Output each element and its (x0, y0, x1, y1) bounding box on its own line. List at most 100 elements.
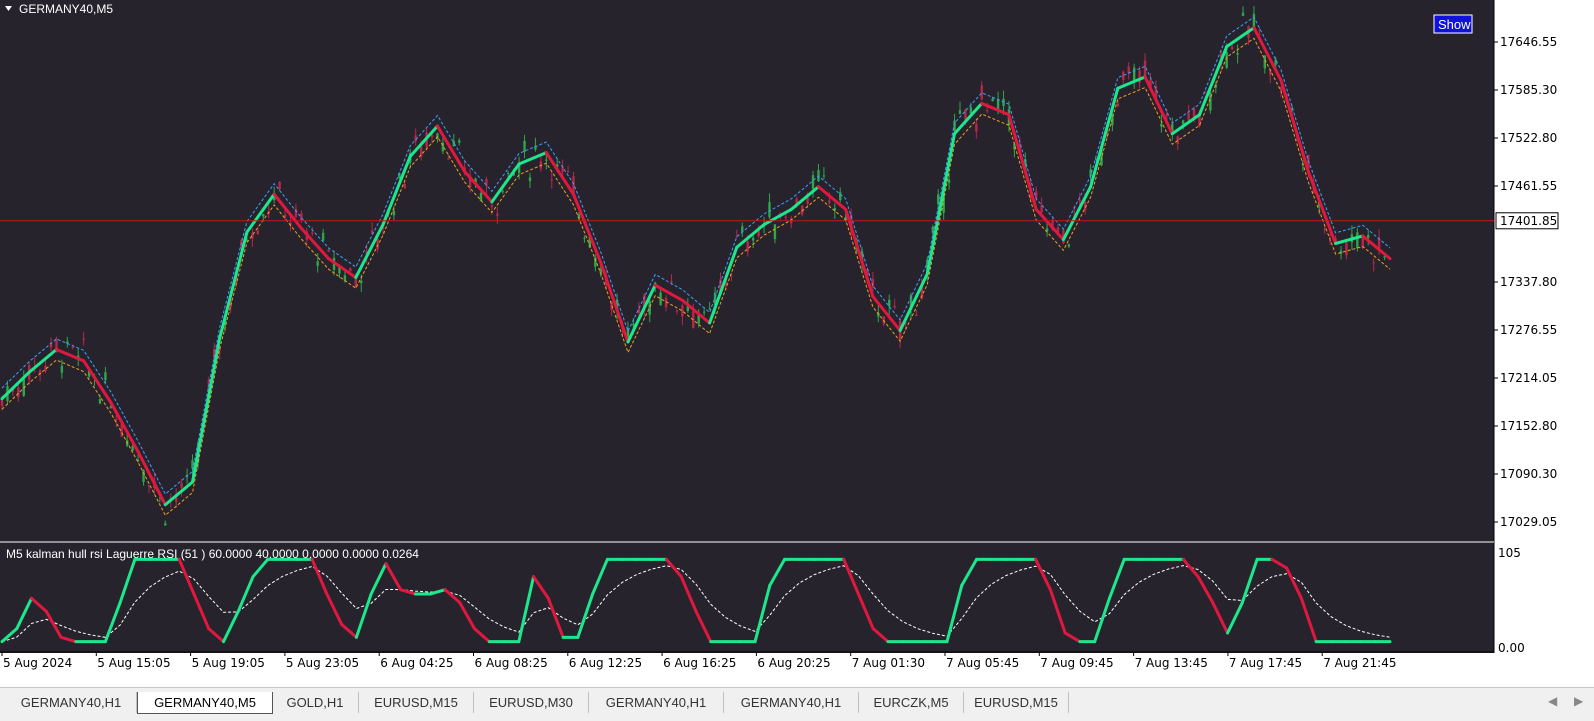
candle-body (566, 171, 570, 173)
laguerre-rsi-segment (399, 588, 417, 596)
laguerre-rsi-segment (694, 609, 713, 644)
laguerre-rsi-segment (1107, 557, 1126, 600)
x-tick-label: 7 Aug 17:45 (1229, 656, 1302, 670)
y-tick-label: 17152.80 (1500, 419, 1557, 433)
candle-body (746, 241, 749, 252)
x-tick-label: 7 Aug 01:30 (852, 656, 925, 670)
candle-body (343, 275, 347, 281)
chart-tab[interactable]: EURCZK,M5 (859, 692, 964, 713)
laguerre-rsi-segment (1285, 566, 1303, 600)
candle-body (327, 249, 330, 252)
laguerre-rsi-segment (1299, 596, 1318, 644)
candle-body (681, 305, 684, 317)
candle-body (164, 523, 167, 526)
laguerre-rsi-segment (1226, 601, 1244, 635)
x-tick-label: 5 Aug 19:05 (192, 656, 265, 670)
hull-ma-segment (191, 336, 222, 484)
hull-ma-segment (0, 370, 31, 401)
candle-body (675, 310, 679, 312)
hull-ma-segment (27, 348, 58, 374)
hull-ma-segment (1225, 26, 1256, 49)
candle-body (1192, 108, 1196, 118)
x-tick-label: 5 Aug 15:05 (97, 656, 170, 670)
candle-body (71, 346, 74, 348)
chart-tab[interactable]: GERMANY40,M5 (137, 692, 273, 714)
collapse-arrow-icon[interactable] (5, 6, 12, 11)
candle-body (1345, 242, 1348, 256)
scroll-right-icon[interactable]: ▶ (1574, 694, 1583, 708)
hull-ma-segment (789, 185, 820, 211)
candle-body (828, 200, 831, 203)
y-tick-label: 17585.30 (1500, 83, 1557, 97)
laguerre-rsi-segment (664, 557, 683, 579)
y-tick-label: 17522.80 (1500, 131, 1557, 145)
hull-ma-segment (272, 192, 303, 230)
candle-body (1241, 12, 1245, 16)
hull-ma-segment (218, 230, 249, 340)
hull-ma-segment (1116, 75, 1147, 90)
candle-body (447, 158, 450, 160)
hull-ma-segment (871, 295, 902, 333)
laguerre-rsi-segment (15, 596, 34, 631)
laguerre-rsi-segment (221, 609, 240, 644)
laguerre-rsi-segment (546, 596, 565, 639)
candle-body (360, 280, 363, 284)
candle-body (996, 99, 1000, 110)
laguerre-rsi-segment (532, 575, 550, 600)
candle-body (501, 191, 504, 193)
candle-body (1187, 112, 1190, 121)
candle-body (419, 146, 423, 157)
scroll-left-icon[interactable]: ◀ (1548, 694, 1557, 708)
candle-body (60, 365, 64, 373)
candle-body (550, 179, 553, 181)
laguerre-rsi-segment (310, 557, 329, 596)
laguerre-rsi-segment (1048, 588, 1067, 635)
candle-body (376, 238, 379, 250)
laguerre-rsi-segment (118, 557, 137, 605)
hull-ma-segment (626, 283, 657, 344)
chart-tab[interactable]: EURUSD,M30 (474, 692, 589, 713)
candle-body (991, 98, 994, 102)
candle-body (1323, 228, 1326, 230)
candle-body (1127, 66, 1130, 74)
candle-body (893, 305, 896, 308)
hull-ma-segment (1170, 113, 1201, 136)
show-button-label[interactable]: Show (1438, 17, 1471, 32)
candle-body (1372, 262, 1375, 264)
chart-tab[interactable]: GERMANY40,H1 (589, 692, 724, 713)
laguerre-rsi-segment (44, 609, 63, 639)
chart-tab[interactable]: EURUSD,M15 (964, 692, 1069, 713)
chart-tab[interactable]: EURUSD,M15 (359, 692, 474, 713)
x-tick-label: 7 Aug 09:45 (1040, 656, 1113, 670)
laguerre-rsi-segment (753, 583, 772, 644)
candle-body (888, 299, 891, 307)
hull-ma-segment (1061, 185, 1093, 242)
hull-ma-segment (1361, 234, 1392, 261)
candle-body (104, 372, 107, 381)
chart-tab[interactable]: GERMANY40,H1 (6, 692, 137, 713)
laguerre-rsi-segment (517, 575, 536, 644)
hull-ma-segment (572, 192, 603, 264)
y-tick-label: 17029.05 (1500, 515, 1557, 529)
laguerre-rsi-segment (871, 627, 890, 644)
candle-body (632, 323, 635, 326)
candle-body (458, 140, 461, 143)
x-tick-label: 7 Aug 13:45 (1135, 656, 1208, 670)
price-chart[interactable]: 17401.85 17646.55 17585.30 17522.80 17461.55… (0, 0, 1594, 685)
hull-ma-segment (354, 223, 385, 280)
laguerre-rsi-segment (1181, 557, 1200, 579)
laguerre-rsi-segment (103, 601, 122, 644)
candle-body (142, 470, 145, 482)
x-tick-label: 6 Aug 16:25 (663, 656, 736, 670)
hull-ma-segment (136, 450, 167, 507)
laguerre-rsi-segment (960, 557, 979, 587)
candle-body (811, 175, 815, 189)
candle-body (947, 179, 951, 183)
hull-ma-segment (1007, 113, 1038, 211)
laguerre-rsi-segment (1240, 557, 1259, 605)
chart-tab[interactable]: GERMANY40,H1 (724, 692, 859, 713)
candle-body (915, 314, 918, 317)
chart-tab[interactable]: GOLD,H1 (272, 692, 359, 713)
candle-body (98, 399, 102, 404)
candle-body (702, 311, 706, 313)
